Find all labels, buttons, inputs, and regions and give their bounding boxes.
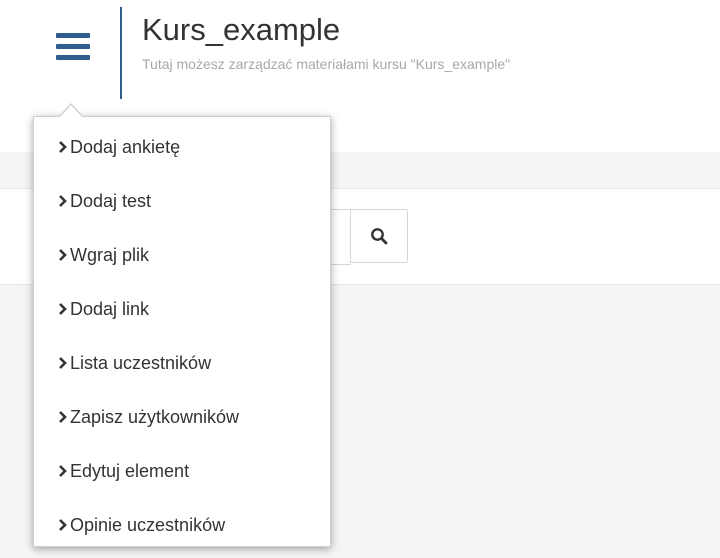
page-subtitle: Tutaj możesz zarządzać materiałami kursu… bbox=[142, 56, 511, 72]
page-header: Kurs_example Tutaj możesz zarządzać mate… bbox=[0, 0, 720, 108]
menu-item-wgraj-plik[interactable]: Wgraj plik bbox=[34, 228, 330, 282]
search-button[interactable] bbox=[350, 209, 408, 263]
menu-item-label: Dodaj ankietę bbox=[70, 136, 181, 157]
menu-item-edytuj-element[interactable]: Edytuj element bbox=[34, 444, 330, 498]
menu-item-label: Zapisz użytkowników bbox=[70, 406, 240, 427]
hamburger-bar bbox=[56, 33, 90, 38]
header-divider bbox=[120, 7, 122, 99]
hamburger-bar bbox=[56, 44, 90, 49]
menu-item-label: Opinie uczestników bbox=[70, 514, 226, 535]
menu-item-zapisz-uzytkownikow[interactable]: Zapisz użytkowników bbox=[34, 390, 330, 444]
menu-item-opinie-uczestnikow[interactable]: Opinie uczestników bbox=[34, 498, 330, 552]
menu-item-dodaj-test[interactable]: Dodaj test bbox=[34, 174, 330, 228]
menu-item-label: Lista uczestników bbox=[70, 352, 212, 373]
menu-item-label: Dodaj test bbox=[70, 190, 152, 211]
menu-item-dodaj-ankiete[interactable]: Dodaj ankietę bbox=[34, 120, 330, 174]
search-icon bbox=[371, 228, 388, 245]
hamburger-bar bbox=[56, 55, 90, 60]
menu-item-label: Dodaj link bbox=[70, 298, 150, 319]
menu-item-dodaj-link[interactable]: Dodaj link bbox=[34, 282, 330, 336]
hamburger-menu-icon[interactable] bbox=[56, 33, 96, 73]
menu-item-lista-uczestnikow[interactable]: Lista uczestników bbox=[34, 336, 330, 390]
dropdown-menu: Dodaj ankietę Dodaj test Wgraj plik Doda… bbox=[33, 116, 331, 547]
menu-item-label: Edytuj element bbox=[70, 460, 190, 481]
page-title: Kurs_example bbox=[142, 12, 341, 47]
menu-item-label: Wgraj plik bbox=[70, 244, 150, 265]
dropdown-caret-inner bbox=[60, 105, 82, 117]
